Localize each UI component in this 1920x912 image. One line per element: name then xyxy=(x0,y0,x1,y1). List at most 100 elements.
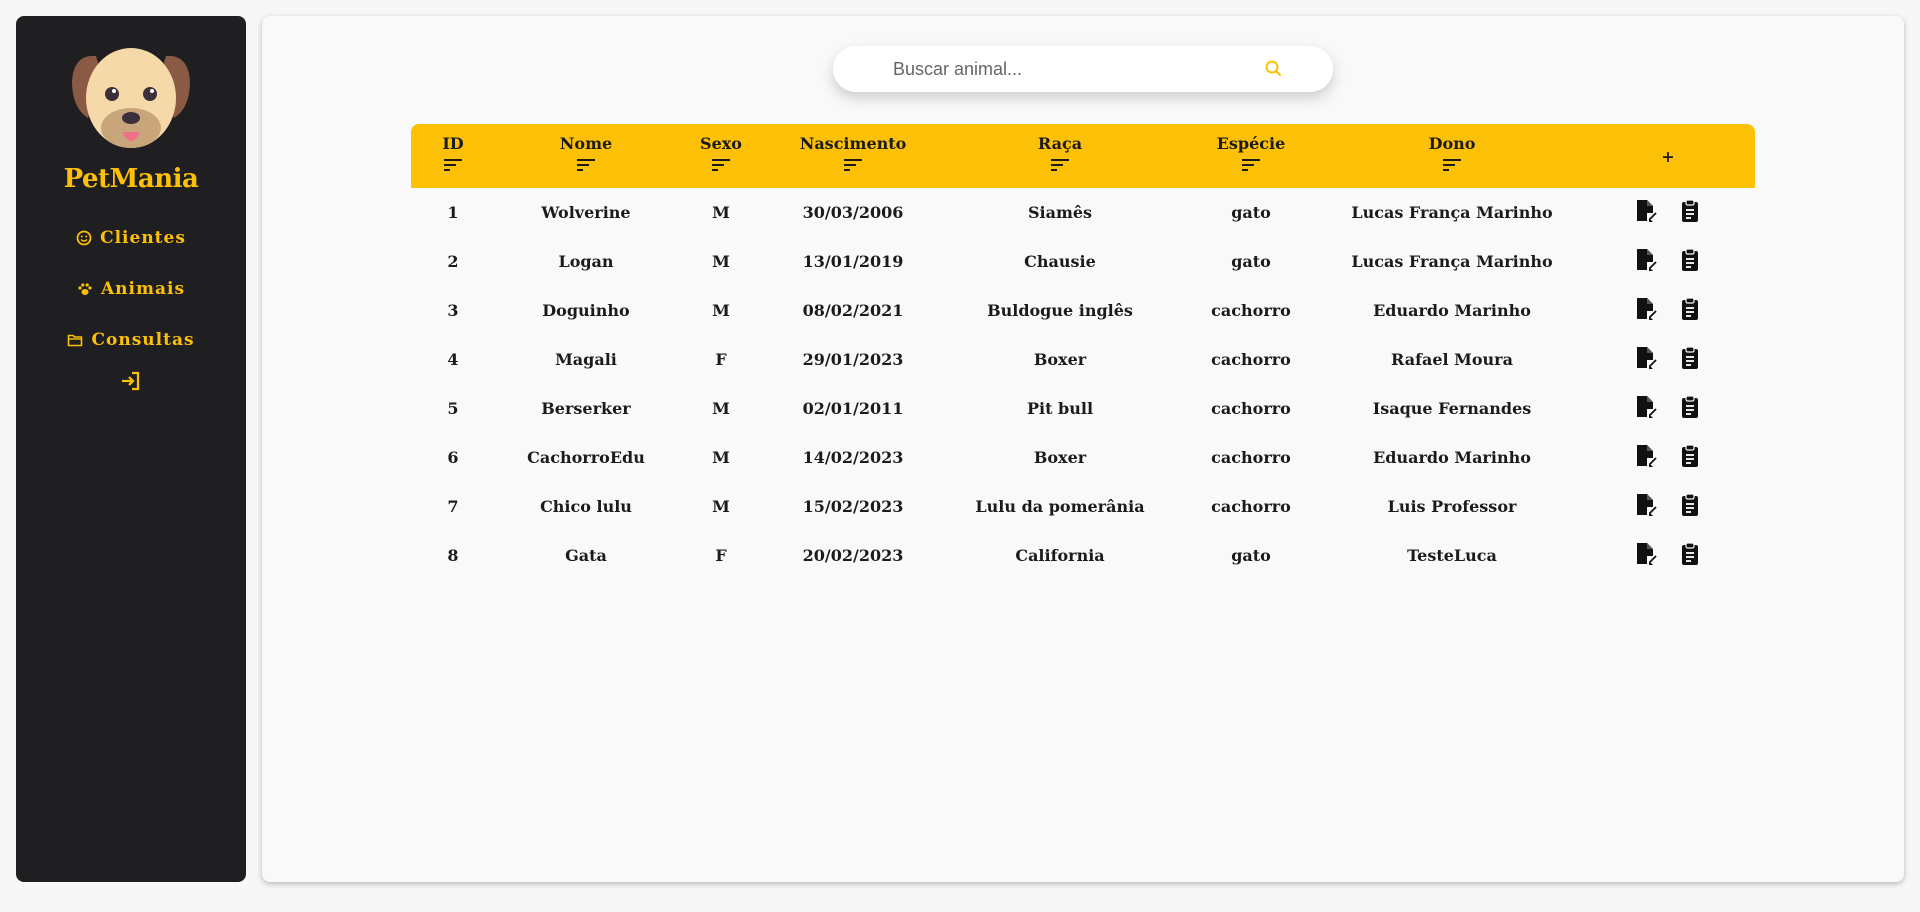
smile-icon xyxy=(76,230,92,245)
brand-name: PetMania xyxy=(63,164,199,194)
header-col-nome: Nome xyxy=(495,124,677,188)
logout-button[interactable] xyxy=(119,369,143,397)
sort-icon[interactable] xyxy=(843,157,863,171)
cell-raca: Boxer xyxy=(1033,448,1087,467)
cell-nome: Wolverine xyxy=(541,203,631,222)
table-row: 7 Chico lulu M 15/02/2023 Lulu da pomerânia c… xyxy=(411,482,1755,531)
header-col-raca: Raça xyxy=(941,124,1179,188)
cell-id: 3 xyxy=(447,301,459,320)
cell-raca: California xyxy=(1015,546,1105,565)
header-label: Dono xyxy=(1428,134,1476,153)
cell-nome: Berserker xyxy=(541,399,631,418)
cell-nascimento: 02/01/2011 xyxy=(802,399,904,418)
cell-sexo: F xyxy=(715,350,727,369)
row-actions xyxy=(1581,492,1755,521)
table-row: 2 Logan M 13/01/2019 Chausie gato Lucas França… xyxy=(411,237,1755,286)
edit-file-icon[interactable] xyxy=(1635,346,1657,374)
clipboard-icon[interactable] xyxy=(1679,492,1701,521)
row-actions xyxy=(1581,345,1755,374)
clipboard-icon[interactable] xyxy=(1679,247,1701,276)
table-row: 4 Magali F 29/01/2023 Boxer cachorro Rafael Mo… xyxy=(411,335,1755,384)
cell-especie: cachorro xyxy=(1211,497,1291,516)
table-header: ID Nome Sexo Nascimento Raça Espécie Dono + xyxy=(411,124,1755,188)
cell-sexo: F xyxy=(715,546,727,565)
cell-dono: Isaque Fernandes xyxy=(1372,399,1532,418)
cell-dono: Lucas França Marinho xyxy=(1351,252,1553,271)
cell-raca: Siamês xyxy=(1027,203,1093,222)
cell-sexo: M xyxy=(712,252,730,271)
cell-sexo: M xyxy=(712,497,730,516)
header-col-nascimento: Nascimento xyxy=(765,124,941,188)
cell-dono: Rafael Moura xyxy=(1391,350,1513,369)
cell-especie: cachorro xyxy=(1211,448,1291,467)
cell-id: 4 xyxy=(447,350,459,369)
sidebar-item-label: Clientes xyxy=(100,227,186,248)
edit-file-icon[interactable] xyxy=(1635,199,1657,227)
table-row: 8 Gata F 20/02/2023 California gato TesteLuca xyxy=(411,531,1755,580)
sidebar-item-animais[interactable]: Animais xyxy=(77,263,185,314)
cell-nome: Chico lulu xyxy=(540,497,632,516)
table-row: 6 CachorroEdu M 14/02/2023 Boxer cachorro Edua… xyxy=(411,433,1755,482)
sort-icon[interactable] xyxy=(576,157,596,171)
search-input[interactable] xyxy=(893,58,1253,80)
cell-dono: Lucas França Marinho xyxy=(1351,203,1553,222)
cell-especie: gato xyxy=(1231,546,1271,565)
sort-icon[interactable] xyxy=(1050,157,1070,171)
cell-nascimento: 30/03/2006 xyxy=(802,203,904,222)
add-animal-button[interactable]: + xyxy=(1581,124,1755,188)
sort-icon[interactable] xyxy=(711,157,731,171)
cell-dono: Eduardo Marinho xyxy=(1373,301,1531,320)
clipboard-icon[interactable] xyxy=(1679,345,1701,374)
clipboard-icon[interactable] xyxy=(1679,296,1701,325)
table-row: 3 Doguinho M 08/02/2021 Buldogue inglês cacho… xyxy=(411,286,1755,335)
cell-especie: gato xyxy=(1231,203,1271,222)
cell-especie: gato xyxy=(1231,252,1271,271)
header-label: Raça xyxy=(1037,134,1083,153)
cell-raca: Buldogue inglês xyxy=(987,301,1133,320)
header-col-sexo: Sexo xyxy=(677,124,765,188)
row-actions xyxy=(1581,247,1755,276)
clipboard-icon[interactable] xyxy=(1679,198,1701,227)
cell-dono: TesteLuca xyxy=(1407,546,1497,565)
cell-id: 5 xyxy=(447,399,459,418)
sidebar-item-consultas[interactable]: Consultas xyxy=(67,314,194,365)
sidebar-item-label: Consultas xyxy=(91,329,195,350)
clipboard-icon[interactable] xyxy=(1679,443,1701,472)
clipboard-icon[interactable] xyxy=(1679,541,1701,570)
edit-file-icon[interactable] xyxy=(1635,395,1657,423)
cell-especie: cachorro xyxy=(1211,399,1291,418)
cell-raca: Lulu da pomerânia xyxy=(975,497,1145,516)
cell-especie: cachorro xyxy=(1211,350,1291,369)
header-label: Nome xyxy=(559,134,613,153)
cell-id: 8 xyxy=(447,546,459,565)
search-icon[interactable] xyxy=(1263,58,1285,80)
main-panel: ID Nome Sexo Nascimento Raça Espécie Dono + 1 Wo… xyxy=(262,16,1904,882)
edit-file-icon[interactable] xyxy=(1635,444,1657,472)
header-col-especie: Espécie xyxy=(1179,124,1323,188)
sidebar-item-clientes[interactable]: Clientes xyxy=(76,212,186,263)
cell-id: 1 xyxy=(447,203,459,222)
edit-file-icon[interactable] xyxy=(1635,297,1657,325)
header-label: ID xyxy=(442,134,464,153)
cell-nome: Doguinho xyxy=(542,301,630,320)
sidebar-nav: Clientes Animais Consultas xyxy=(67,212,194,397)
cell-nascimento: 13/01/2019 xyxy=(802,252,904,271)
sort-icon[interactable] xyxy=(1241,157,1261,171)
edit-file-icon[interactable] xyxy=(1635,493,1657,521)
clipboard-icon[interactable] xyxy=(1679,394,1701,423)
header-label: Nascimento xyxy=(799,134,907,153)
cell-dono: Eduardo Marinho xyxy=(1373,448,1531,467)
row-actions xyxy=(1581,394,1755,423)
row-actions xyxy=(1581,198,1755,227)
cell-especie: cachorro xyxy=(1211,301,1291,320)
cell-raca: Boxer xyxy=(1033,350,1087,369)
edit-file-icon[interactable] xyxy=(1635,542,1657,570)
header-label: Sexo xyxy=(700,134,742,153)
cell-sexo: M xyxy=(712,301,730,320)
sort-icon[interactable] xyxy=(1442,157,1462,171)
sort-icon[interactable] xyxy=(443,157,463,171)
sidebar: PetMania Clientes Animais Consultas xyxy=(16,16,246,882)
edit-file-icon[interactable] xyxy=(1635,248,1657,276)
cell-nascimento: 15/02/2023 xyxy=(802,497,904,516)
header-label: Espécie xyxy=(1216,134,1286,153)
